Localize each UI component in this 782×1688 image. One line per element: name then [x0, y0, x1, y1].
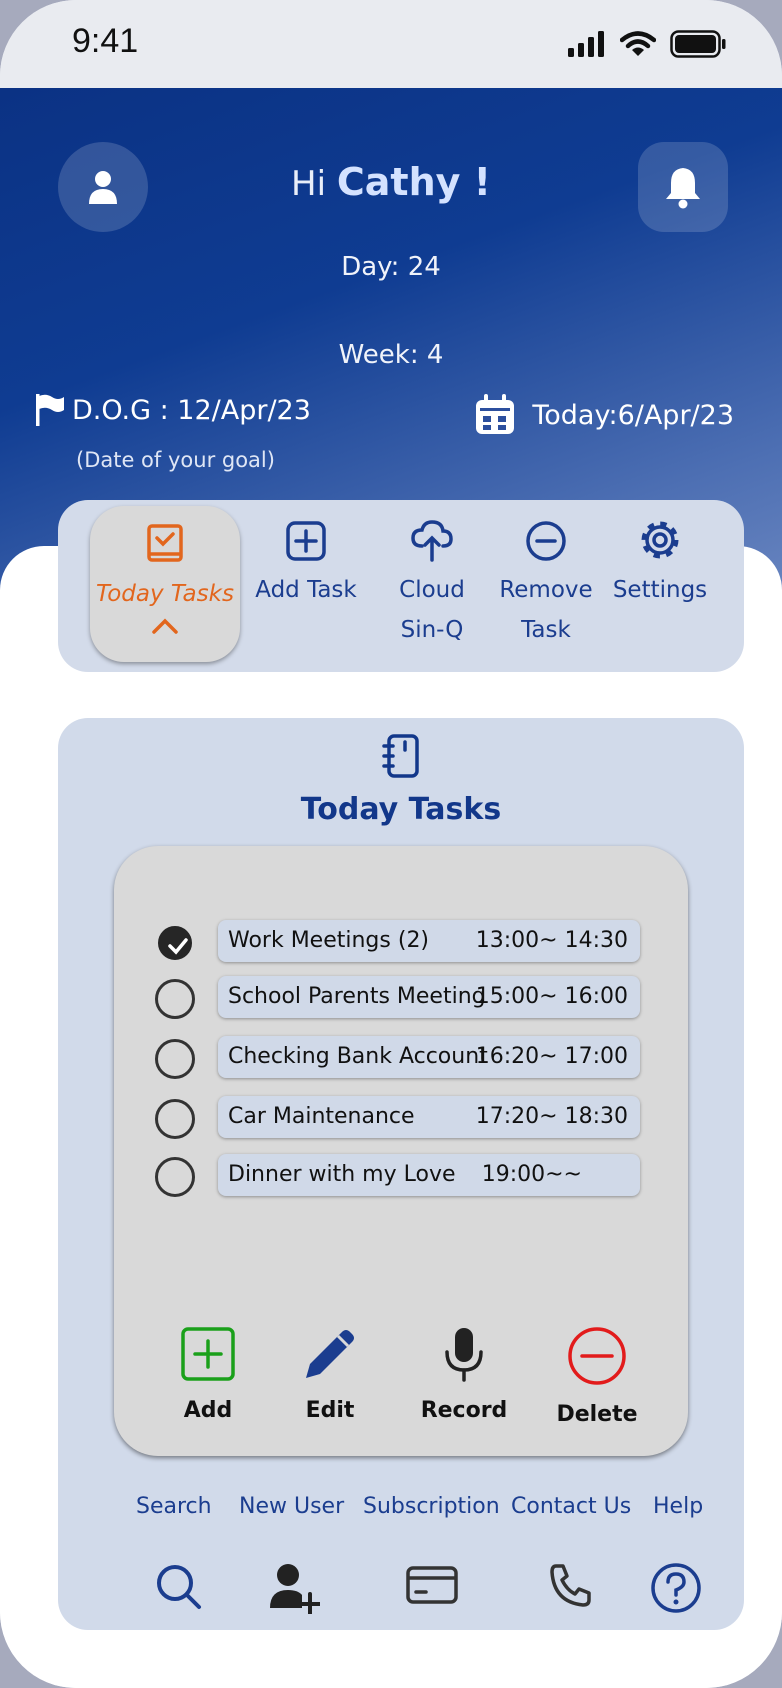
task-name: Work Meetings (2)	[228, 928, 430, 953]
task-name: Checking Bank Account	[228, 1044, 488, 1069]
plus-square-icon	[286, 521, 326, 561]
chevron-up-icon	[152, 618, 178, 634]
signal-icon	[568, 31, 604, 57]
help-link[interactable]: Help	[653, 1494, 703, 1519]
search-icon[interactable]	[154, 1562, 204, 1612]
nav-add-task-label: Add Task	[255, 577, 357, 603]
nav-settings-label: Settings	[612, 577, 708, 603]
status-bar: 9:41	[0, 0, 782, 88]
nav-remove-label-2: Task	[521, 617, 571, 643]
task-name: Car Maintenance	[228, 1104, 415, 1129]
nav-remove-task[interactable]: Remove Task	[484, 500, 608, 652]
nav-cloud-label-2: Sin-Q	[400, 617, 464, 643]
user-name: Cathy !	[336, 160, 491, 204]
task-row[interactable]: Checking Bank Account 16:20~ 17:00	[155, 1036, 642, 1082]
task-checkbox-checked[interactable]	[158, 926, 192, 960]
goal-date: D.O.G : 12/Apr/23	[36, 394, 311, 426]
task-time: 13:00~ 14:30	[475, 928, 628, 953]
delete-label: Delete	[556, 1402, 638, 1427]
task-checkbox[interactable]	[155, 1099, 195, 1139]
minus-circle-icon	[568, 1327, 626, 1385]
task-row[interactable]: School Parents Meeting 15:00~ 16:00	[155, 976, 642, 1022]
task-item[interactable]: Work Meetings (2) 13:00~ 14:30	[218, 920, 640, 962]
edit-button[interactable]: Edit	[270, 1326, 390, 1423]
battery-icon	[670, 30, 726, 58]
task-name: School Parents Meeting	[228, 984, 486, 1009]
add-user-icon[interactable]	[268, 1562, 320, 1614]
wifi-icon	[620, 31, 656, 56]
nav-remove-label: Remove	[499, 577, 593, 603]
task-time: 16:20~ 17:00	[475, 1044, 628, 1069]
credit-card-icon[interactable]	[406, 1562, 458, 1608]
task-checkbox[interactable]	[155, 1157, 195, 1197]
cloud-upload-icon	[411, 520, 453, 562]
greeting-prefix: Hi	[291, 164, 327, 204]
delete-button[interactable]: Delete	[537, 1326, 657, 1427]
task-time: 15:00~ 16:00	[475, 984, 628, 1009]
nav-cloud-sync[interactable]: Cloud Sin-Q	[370, 500, 494, 652]
record-label: Record	[420, 1398, 508, 1423]
subscription-link[interactable]: Subscription	[363, 1494, 500, 1519]
panel-title: Today Tasks	[300, 792, 502, 827]
contact-us-link[interactable]: Contact Us	[511, 1494, 631, 1519]
check-icon	[168, 938, 188, 955]
task-checkbox[interactable]	[155, 1039, 195, 1079]
week-counter: Week: 4	[338, 340, 444, 370]
greeting: Hi Cathy !	[0, 160, 782, 204]
help-circle-icon[interactable]	[650, 1562, 702, 1614]
task-row[interactable]: Work Meetings (2) 13:00~ 14:30	[158, 920, 642, 966]
today-tasks-panel: Today Tasks Work Meetings (2) 13:00~ 14:…	[58, 718, 744, 1630]
add-button[interactable]: Add	[148, 1326, 268, 1423]
task-time: 17:20~ 18:30	[475, 1104, 628, 1129]
task-item[interactable]: Dinner with my Love 19:00~~	[218, 1154, 640, 1196]
goal-note: (Date of your goal)	[76, 448, 275, 472]
task-checkbox[interactable]	[155, 979, 195, 1019]
nav-add-task[interactable]: Add Task	[244, 500, 368, 612]
task-nav-bar: Today Tasks Add Task Cloud Sin-Q Remove …	[58, 500, 744, 672]
pencil-icon	[306, 1330, 354, 1378]
minus-circle-icon	[526, 521, 566, 561]
task-name: Dinner with my Love	[228, 1162, 456, 1187]
task-item[interactable]: Checking Bank Account 16:20~ 17:00	[218, 1036, 640, 1078]
task-list-card: Work Meetings (2) 13:00~ 14:30 School Pa…	[114, 846, 688, 1456]
task-row[interactable]: Car Maintenance 17:20~ 18:30	[155, 1096, 642, 1142]
today-date: Today:6/Apr/23	[474, 394, 734, 436]
nav-today-tasks[interactable]: Today Tasks	[90, 506, 240, 662]
task-row[interactable]: Dinner with my Love 19:00~~	[155, 1154, 642, 1200]
task-item[interactable]: Car Maintenance 17:20~ 18:30	[218, 1096, 640, 1138]
add-square-icon	[181, 1327, 235, 1381]
phone-icon[interactable]	[548, 1562, 592, 1608]
add-label: Add	[183, 1398, 233, 1423]
gear-icon	[641, 521, 679, 559]
search-link[interactable]: Search	[136, 1494, 212, 1519]
today-date-text: Today:6/Apr/23	[532, 399, 734, 431]
phone-frame: 9:41 Hi Cathy ! Day: 24 Week: 4 D.O.G: …	[0, 0, 782, 1688]
edit-label: Edit	[305, 1398, 355, 1423]
flag-icon	[36, 394, 64, 426]
status-time: 9:41	[72, 22, 139, 60]
new-user-link[interactable]: New User	[239, 1494, 344, 1519]
day-counter: Day: 24	[341, 252, 441, 282]
notebook-icon	[382, 734, 419, 778]
task-item[interactable]: School Parents Meeting 15:00~ 16:00	[218, 976, 640, 1018]
record-button[interactable]: Record	[404, 1326, 524, 1423]
status-icons	[568, 30, 726, 58]
goal-date-text: D.O.G : 12/Apr/23	[72, 394, 311, 426]
calendar-icon	[476, 394, 515, 434]
nav-cloud-label: Cloud	[399, 577, 465, 603]
microphone-icon	[445, 1328, 483, 1382]
task-time: 19:00~~	[481, 1162, 582, 1187]
nav-settings[interactable]: Settings	[598, 500, 722, 612]
nav-today-tasks-label: Today Tasks	[96, 581, 234, 607]
book-check-icon	[147, 524, 183, 562]
